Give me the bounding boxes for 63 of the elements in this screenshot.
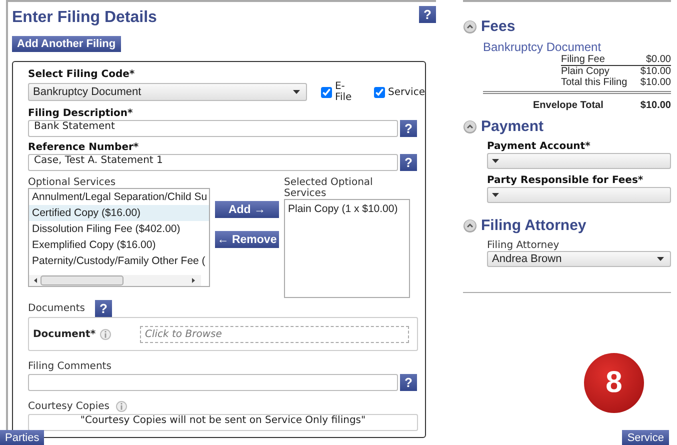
filing-code-dropdown[interactable]: Bankruptcy Document	[28, 83, 307, 101]
section-label: Documents	[28, 303, 86, 314]
field-label: Select Filing Code*	[28, 69, 136, 80]
list-item[interactable]: Paternity/Custody/Family Other Fee (	[29, 253, 209, 269]
step-badge: 8	[584, 353, 644, 413]
fee-amount: $10.00	[640, 66, 671, 77]
list-item[interactable]: Exemplified Copy ($16.00)	[29, 237, 209, 253]
total-label: Envelope Total	[533, 100, 604, 111]
section-title: Payment	[481, 118, 544, 135]
checkbox-label: Service	[388, 86, 425, 98]
page-title: Enter Filing Details	[12, 9, 157, 27]
add-button[interactable]: Add →	[215, 201, 279, 218]
field-label: Courtesy Copies	[28, 401, 110, 412]
caret-icon	[492, 159, 499, 163]
list-label: Optional Services	[28, 177, 117, 188]
list-item[interactable]: Plain Copy (1 x $10.00)	[288, 203, 406, 215]
input-field[interactable]: Case, Test A. Statement 1	[28, 154, 398, 171]
service-button[interactable]: Service	[622, 430, 669, 445]
field-label: Filing Comments	[28, 361, 112, 372]
caret-icon	[657, 257, 664, 261]
collapse-icon[interactable]	[463, 218, 477, 232]
fee-label: Filing Fee	[561, 54, 605, 65]
fee-amount: $0.00	[646, 54, 671, 65]
field-label: Payment Account*	[487, 141, 592, 152]
fee-amount: $10.00	[640, 77, 671, 88]
help-button[interactable]: ?	[95, 300, 112, 317]
field-label: Party Responsible for Fees*	[487, 175, 644, 186]
add-filing-button[interactable]: Add Another Filing	[12, 36, 121, 52]
help-button[interactable]: ?	[400, 120, 417, 137]
caret-icon	[492, 193, 499, 197]
remove-button[interactable]: ← Remove	[215, 231, 279, 248]
field-label: Reference Number*	[28, 142, 140, 153]
info-icon	[116, 401, 127, 412]
attorney-dropdown[interactable]: Andrea Brown	[487, 251, 671, 267]
courtesy-note: "Courtesy Copies will not be sent on Service Only filings"	[28, 414, 418, 431]
checkbox-label: E-File	[334, 81, 353, 103]
comments-field[interactable]	[28, 374, 398, 391]
help-button[interactable]: ?	[419, 6, 436, 23]
fee-label: Total this Filing	[561, 77, 628, 88]
list-item[interactable]: Annulment/Legal Separation/Child Su	[29, 189, 209, 205]
list-item[interactable]: Certified Copy ($16.00)	[29, 205, 209, 221]
checkbox[interactable]	[320, 86, 332, 98]
input-field[interactable]: Bank Statement	[28, 120, 398, 137]
info-icon	[100, 328, 111, 340]
collapse-icon[interactable]	[463, 120, 477, 134]
fee-label: Plain Copy	[561, 66, 610, 77]
section-title: Filing Attorney	[481, 217, 586, 234]
scrollbar[interactable]	[29, 275, 201, 286]
collapse-icon[interactable]	[463, 20, 477, 34]
checkbox[interactable]	[374, 86, 386, 98]
caret-icon	[292, 90, 300, 94]
parties-button[interactable]: Parties	[0, 430, 44, 445]
browse-field[interactable]: Click to Browse	[140, 326, 409, 342]
total-amount: $10.00	[640, 100, 671, 111]
list-label: Selected Optional Services	[284, 177, 374, 199]
field-label: Filing Attorney	[487, 240, 560, 251]
filing-name: Bankruptcy Document	[483, 40, 602, 54]
section-title: Fees	[481, 18, 516, 35]
help-button[interactable]: ?	[400, 374, 417, 391]
list-item[interactable]: Dissolution Filing Fee ($402.00)	[29, 221, 209, 237]
field-label: Document*	[33, 328, 96, 340]
help-button[interactable]: ?	[400, 154, 417, 171]
field-label: Filing Description*	[28, 108, 134, 119]
